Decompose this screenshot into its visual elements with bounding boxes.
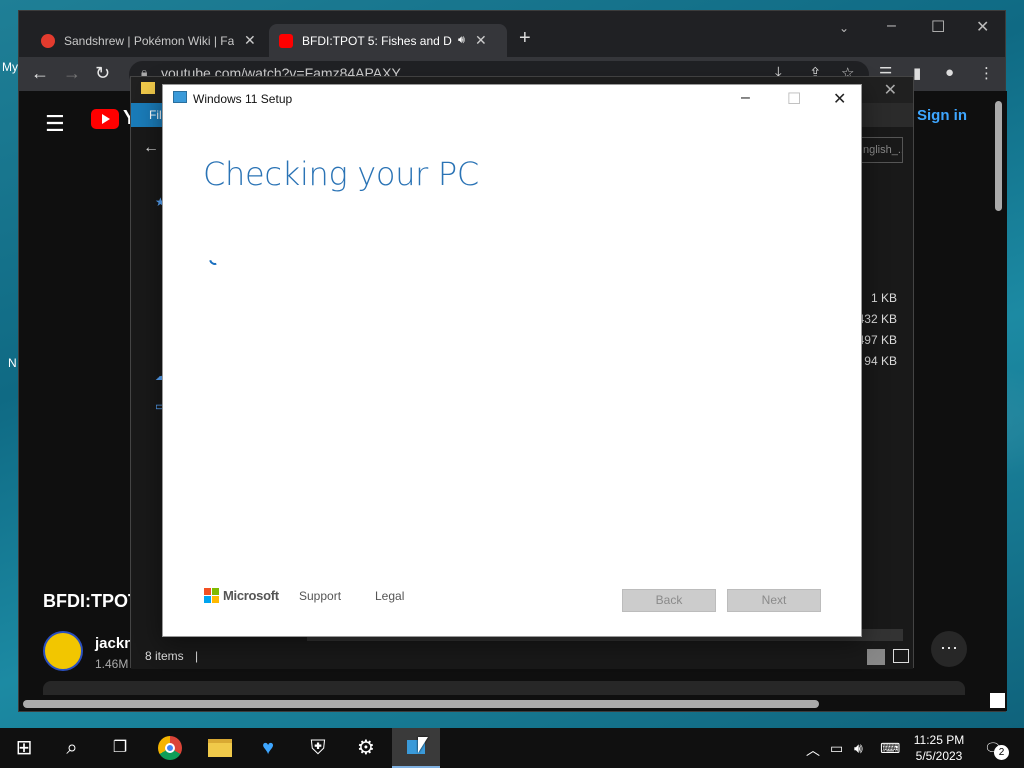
network-icon[interactable]: ▭	[830, 740, 843, 757]
file-menu-tab[interactable]: Fil	[131, 103, 163, 127]
menu-kebab-icon[interactable]: ⋮	[979, 64, 994, 82]
clock-time: 11:25 PM	[913, 733, 965, 747]
tab-sandshrew[interactable]: Sandshrew | Pokémon Wiki | Fandom ✕	[31, 24, 269, 57]
setup-titlebar: Windows 11 Setup – ☐ ✕	[163, 85, 861, 115]
notification-badge: 2	[994, 745, 1009, 760]
legal-link[interactable]: Legal	[375, 589, 404, 603]
chrome-icon[interactable]	[146, 728, 194, 768]
reload-icon[interactable]: ↻	[95, 63, 110, 84]
progress-spinner-icon	[206, 250, 224, 268]
settings-icon[interactable]: ⚙	[342, 728, 390, 768]
support-link[interactable]: Support	[299, 589, 341, 603]
task-view-icon[interactable]: ❐	[96, 728, 144, 768]
tab-search-icon[interactable]: ⌄	[839, 21, 849, 35]
back-arrow-icon[interactable]: ←	[143, 139, 159, 157]
taskbar: ⊞ ⌕ ❐ ♥ ⛨ ⚙ ︿ ▭ 🔊︎ ⌨ 11:25 PM 5/5/2023 🗨…	[0, 728, 1024, 768]
search-icon[interactable]: ⌕	[48, 728, 96, 768]
youtube-favicon-icon	[279, 33, 293, 48]
close-window-button[interactable]: ✕	[976, 17, 989, 37]
channel-avatar[interactable]	[43, 631, 83, 671]
keyboard-icon[interactable]: ⌨	[880, 740, 900, 757]
more-actions-button[interactable]: ···	[931, 631, 967, 667]
security-icon[interactable]: ⛨	[294, 728, 342, 768]
subscriber-count: 1.46M	[95, 657, 129, 671]
file-explorer-icon[interactable]	[196, 728, 244, 768]
hamburger-menu-icon[interactable]: ☰	[45, 111, 65, 137]
file-size: 432 KB	[857, 312, 897, 326]
windows-start-icon[interactable]: ⊞	[0, 728, 48, 768]
maximize-button[interactable]: ☐	[931, 17, 945, 37]
file-size: 1 KB	[870, 291, 897, 305]
maximize-button: ☐	[787, 91, 802, 108]
video-title: BFDI:TPOT	[43, 591, 139, 611]
details-view-icon[interactable]	[867, 649, 885, 665]
desktop-icon-label[interactable]: N	[8, 356, 17, 370]
item-count: 8 items	[145, 649, 184, 663]
page-scrollbar[interactable]	[995, 101, 1002, 211]
back-arrow-icon[interactable]: ←	[31, 63, 49, 84]
forward-arrow-icon[interactable]: →	[63, 63, 81, 84]
chevron-up-icon[interactable]: ︿	[806, 740, 820, 760]
description-box[interactable]	[43, 681, 965, 695]
close-tab-icon[interactable]: ✕	[244, 32, 256, 49]
channel-name[interactable]: jackn	[95, 635, 133, 652]
youtube-logo-icon[interactable]	[91, 109, 119, 129]
volume-icon[interactable]: 🔊︎	[854, 740, 863, 757]
tab-title: BFDI:TPOT 5: Fishes and Dishes	[302, 33, 452, 48]
new-tab-button[interactable]: +	[519, 27, 531, 50]
status-divider: |	[195, 649, 199, 663]
speaker-icon[interactable]: 🔊︎	[458, 34, 465, 47]
scroll-corner	[990, 693, 1005, 708]
minimize-button[interactable]: –	[887, 17, 896, 35]
windows-11-setup-dialog: Windows 11 Setup – ☐ ✕ Checking your PC …	[162, 84, 862, 637]
clock-date: 5/5/2023	[915, 749, 963, 763]
large-icons-view-icon[interactable]	[893, 649, 909, 663]
pokemon-wiki-favicon-icon	[41, 33, 55, 48]
close-tab-icon[interactable]: ✕	[475, 32, 487, 49]
setup-app-icon	[173, 91, 187, 103]
tab-strip: Sandshrew | Pokémon Wiki | Fandom ✕ BFDI…	[19, 11, 1005, 57]
tab-title: Sandshrew | Pokémon Wiki | Fandom	[64, 33, 234, 48]
desktop-icon-label[interactable]: My	[2, 60, 18, 74]
next-button[interactable]: Next	[727, 589, 821, 612]
system-clock[interactable]: 11:25 PM 5/5/2023	[912, 732, 966, 764]
status-bar: 8 items |	[131, 643, 913, 669]
microsoft-brand: Microsoft	[223, 588, 279, 603]
folder-icon	[141, 82, 155, 94]
page-title: Checking your PC	[203, 155, 479, 193]
tab-bfdi[interactable]: BFDI:TPOT 5: Fishes and Dishes 🔊︎ ✕	[269, 24, 507, 57]
close-icon[interactable]: ✕	[884, 80, 897, 100]
search-input[interactable]: nglish_...	[859, 137, 903, 163]
microsoft-logo-icon	[204, 588, 219, 603]
file-size: 94 KB	[864, 354, 897, 368]
sign-in-button[interactable]: Sign in	[917, 107, 967, 124]
profile-icon[interactable]: ●	[945, 64, 954, 81]
back-button[interactable]: Back	[622, 589, 716, 612]
mouse-cursor-icon	[418, 737, 428, 753]
setup-window-title: Windows 11 Setup	[193, 92, 293, 106]
health-icon[interactable]: ♥	[244, 728, 292, 768]
file-size: 497 KB	[857, 333, 897, 347]
horizontal-scrollbar[interactable]	[23, 700, 819, 708]
side-panel-icon[interactable]: ▮	[913, 64, 921, 82]
close-button[interactable]: ✕	[833, 89, 846, 109]
setup-icon[interactable]	[392, 728, 440, 768]
minimize-button[interactable]: –	[741, 89, 750, 107]
